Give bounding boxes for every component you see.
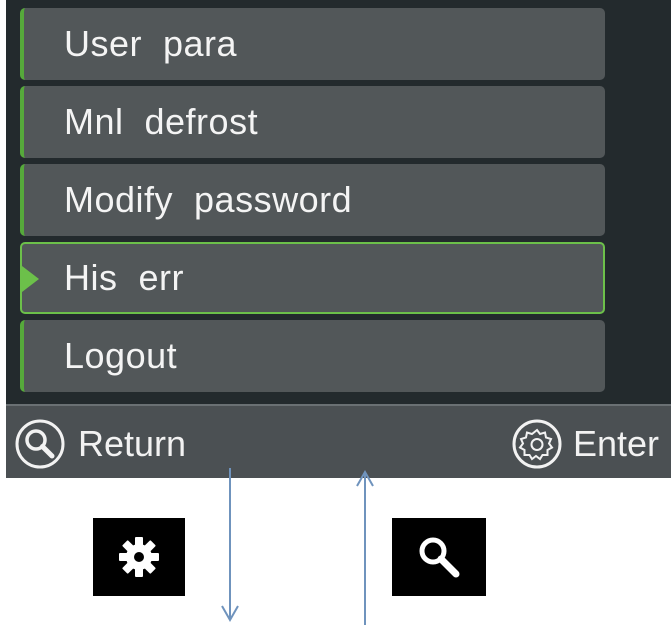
device-screen: User para Mnl defrost Modify password Hi…	[6, 0, 671, 478]
menu-item-manual-defrost[interactable]: Mnl defrost	[20, 86, 605, 158]
magnifier-key-icon	[392, 518, 486, 596]
menu-item-label: His err	[64, 257, 184, 298]
menu-item-modify-password[interactable]: Modify password	[20, 164, 605, 236]
enter-button[interactable]: Enter	[511, 418, 659, 470]
down-arrow-icon	[221, 468, 239, 623]
menu-item-label: User para	[64, 23, 238, 64]
bottom-bar: Return Enter	[6, 404, 671, 478]
menu-item-logout[interactable]: Logout	[20, 320, 605, 392]
menu-item-label: Logout	[64, 335, 178, 376]
magnifier-icon	[14, 418, 66, 470]
return-label: Return	[78, 423, 187, 464]
menu-item-history-error[interactable]: His err	[20, 242, 605, 314]
return-button[interactable]: Return	[14, 418, 186, 470]
gear-icon	[511, 418, 563, 470]
menu-item-label: Mnl defrost	[64, 101, 259, 142]
up-arrow-icon	[356, 469, 374, 625]
selection-arrow-icon	[22, 266, 39, 292]
enter-label: Enter	[572, 423, 659, 464]
menu-item-user-para[interactable]: User para	[20, 8, 605, 80]
menu-item-label: Modify password	[64, 179, 353, 220]
stage: User para Mnl defrost Modify password Hi…	[0, 0, 671, 625]
gear-key-icon	[93, 518, 185, 596]
